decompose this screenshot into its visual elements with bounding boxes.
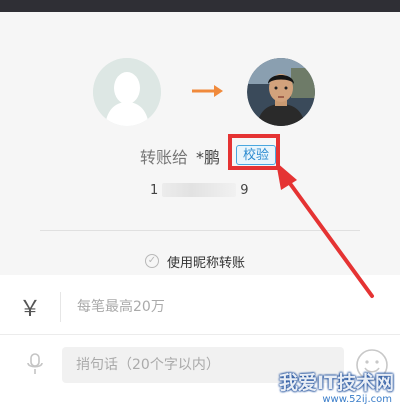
transfer-header: 转账给 *鹏 校验 1 9 ✓ 使用昵称转账 — [0, 12, 400, 275]
row-separator — [0, 334, 400, 335]
nickname-label: 使用昵称转账 — [167, 255, 246, 271]
verify-button[interactable]: 校验 — [236, 145, 277, 165]
account-prefix: 1 — [150, 182, 159, 198]
message-input[interactable] — [74, 356, 338, 374]
account-number: 1 9 — [150, 182, 249, 198]
check-circle-icon[interactable]: ✓ — [145, 254, 159, 268]
recipient-avatar[interactable] — [247, 58, 315, 126]
recipient-photo — [247, 58, 315, 126]
avatar-placeholder-icon — [93, 58, 161, 126]
right-arrow-icon — [192, 85, 223, 97]
emoji-icon[interactable] — [355, 348, 389, 382]
recipient-line: 转账给 *鹏 — [140, 145, 220, 167]
message-row — [0, 343, 400, 388]
amount-divider — [60, 292, 61, 322]
message-field[interactable] — [62, 347, 344, 383]
nickname-option[interactable]: ✓ 使用昵称转账 — [145, 252, 246, 271]
account-mask — [162, 183, 237, 197]
divider — [40, 230, 360, 231]
my-avatar — [93, 58, 161, 126]
microphone-icon[interactable] — [25, 353, 45, 375]
status-bar — [0, 0, 400, 12]
amount-row: ￥ — [0, 285, 400, 329]
currency-symbol: ￥ — [18, 297, 41, 322]
account-suffix: 9 — [240, 182, 249, 198]
amount-input[interactable] — [75, 298, 329, 316]
watermark-url: www.52ij.com — [322, 394, 392, 405]
transfer-to-label: 转账给 — [140, 148, 189, 167]
recipient-name: *鹏 — [196, 148, 221, 167]
